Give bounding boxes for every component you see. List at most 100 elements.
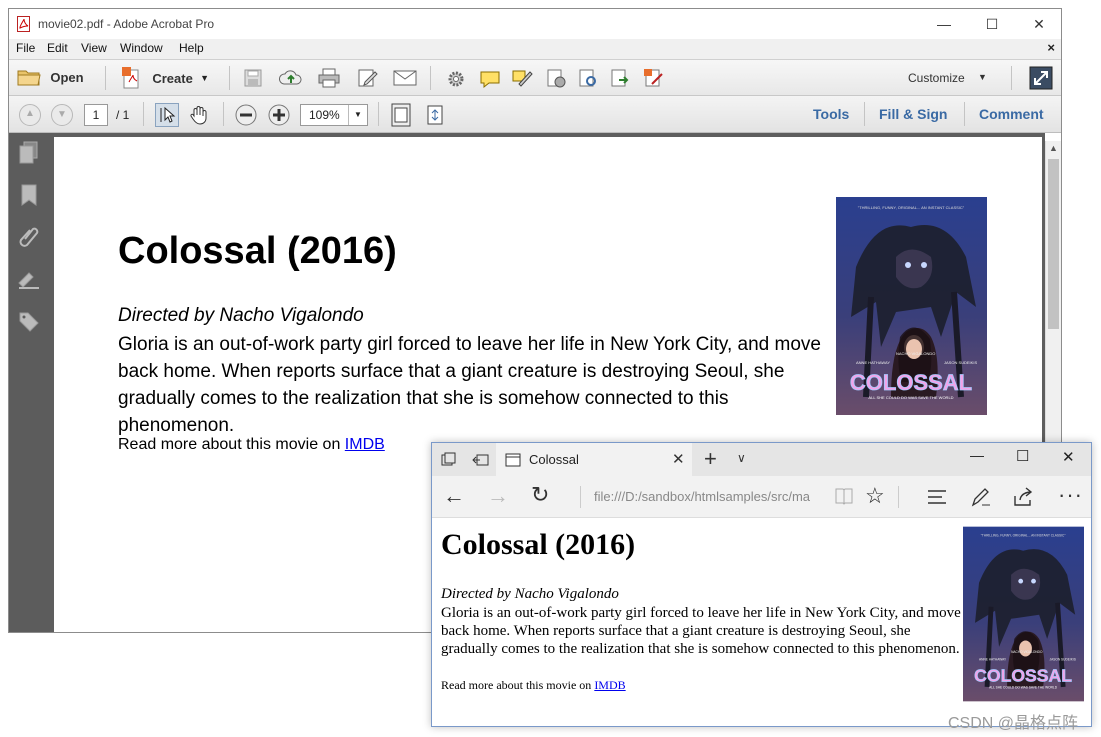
main-toolbar: Open Create ▼ Customize ▼ — [9, 59, 1061, 96]
next-page-button[interactable]: ▼ — [51, 104, 73, 126]
previous-page-button[interactable]: ▲ — [19, 104, 41, 126]
reading-view-icon[interactable] — [834, 487, 854, 505]
toolbar-separator — [105, 66, 106, 90]
chevron-down-icon: ▼ — [348, 105, 367, 125]
fill-sign-panel-link[interactable]: Fill & Sign — [879, 106, 947, 122]
folder-icon — [17, 70, 41, 86]
create-button[interactable]: Create ▼ — [121, 66, 209, 90]
menu-view[interactable]: View — [81, 41, 107, 55]
poster-actor-2: NACHO VIGALONDO — [1011, 650, 1043, 654]
menu-help[interactable]: Help — [179, 41, 204, 55]
customize-button[interactable]: Customize — [908, 71, 965, 85]
sign-document-icon[interactable] — [643, 68, 665, 88]
save-icon[interactable] — [243, 68, 263, 88]
chevron-down-icon[interactable]: ▼ — [978, 72, 987, 82]
hand-tool-icon[interactable] — [188, 104, 210, 126]
address-bar[interactable]: file:///D:/sandbox/htmlsamples/src/ma — [594, 489, 810, 504]
poster-quote: "THRILLING, FUNNY, ORIGINAL... AN INSTAN… — [858, 205, 965, 210]
highlight-text-icon[interactable] — [511, 68, 533, 88]
forward-icon[interactable]: → — [487, 483, 509, 509]
print-icon[interactable] — [317, 68, 341, 88]
scroll-thumb[interactable] — [1048, 159, 1059, 329]
poster-actor-1: ANNE HATHAWAY — [856, 360, 890, 365]
page-number-input[interactable]: 1 — [84, 104, 108, 126]
scroll-up-icon[interactable]: ▲ — [1046, 143, 1061, 157]
open-label: Open — [50, 69, 84, 85]
create-label: Create — [152, 70, 193, 86]
imdb-link[interactable]: IMDB — [345, 436, 385, 453]
export-pdf-icon[interactable] — [609, 68, 631, 88]
favorite-star-icon[interactable]: ☆ — [865, 483, 885, 509]
select-tool-button[interactable] — [155, 103, 179, 127]
hub-icon[interactable] — [926, 488, 948, 506]
close-document-icon[interactable]: × — [1047, 40, 1055, 55]
address-separator — [580, 486, 581, 508]
edit-document-icon[interactable] — [357, 68, 379, 88]
toolbar-separator — [223, 102, 224, 126]
fit-page-icon[interactable] — [390, 103, 412, 127]
full-screen-icon[interactable] — [1029, 66, 1053, 90]
close-button[interactable]: ✕ — [1062, 448, 1075, 466]
tab-manager-icon[interactable] — [441, 452, 457, 468]
gear-icon[interactable] — [446, 69, 466, 89]
chevron-down-icon[interactable]: ∨ — [737, 451, 746, 465]
share-icon[interactable] — [1012, 486, 1034, 508]
page-icon — [505, 453, 521, 467]
poster-actor-1: ANNE HATHAWAY — [979, 657, 1007, 661]
maximize-button[interactable]: ☐ — [969, 13, 1015, 35]
arrow-up-icon: ▲ — [25, 108, 35, 119]
navigation-toolbar: ▲ ▼ 1 / 1 109% ▼ Tools Fill & Sign Comme… — [9, 96, 1061, 133]
set-tabs-aside-icon[interactable] — [472, 452, 490, 468]
menu-edit[interactable]: Edit — [47, 41, 68, 55]
protect-icon[interactable] — [577, 68, 599, 88]
pdf-file-icon — [17, 16, 30, 32]
menu-window[interactable]: Window — [120, 41, 163, 55]
zoom-in-icon[interactable] — [268, 104, 290, 126]
maximize-button[interactable]: ☐ — [1016, 447, 1029, 465]
toolbar-separator — [898, 486, 899, 508]
email-icon[interactable] — [393, 69, 417, 87]
imdb-link[interactable]: IMDB — [594, 678, 625, 692]
menu-file[interactable]: File — [16, 41, 35, 55]
scrolling-mode-icon[interactable] — [425, 104, 445, 126]
minimize-button[interactable]: — — [970, 447, 984, 463]
poster-tagline: ALL SHE COULD DO WAS SAVE THE WORLD — [989, 686, 1058, 690]
movie-poster-image: "THRILLING, FUNNY, ORIGINAL... AN INSTAN… — [963, 526, 1084, 702]
edge-browser-window: Colossal ✕ + ∨ — ☐ ✕ ← → ↻ file:///D:/sa… — [431, 442, 1092, 727]
refresh-icon[interactable]: ↻ — [531, 482, 549, 508]
new-tab-icon[interactable]: + — [704, 446, 717, 472]
bookmark-icon[interactable] — [19, 183, 39, 207]
more-options-icon[interactable]: ··· — [1058, 482, 1083, 508]
comment-bubble-icon[interactable] — [479, 69, 501, 89]
close-button[interactable]: ✕ — [1016, 13, 1061, 35]
tab-title: Colossal — [529, 452, 579, 467]
read-more-prefix: Read more about this movie on — [118, 436, 345, 453]
open-button[interactable]: Open — [17, 66, 84, 88]
poster-quote: "THRILLING, FUNNY, ORIGINAL... AN INSTAN… — [981, 533, 1066, 537]
zoom-select[interactable]: 109% ▼ — [300, 104, 368, 126]
poster-actor-3: JASON SUDEIKIS — [1050, 657, 1076, 661]
comment-panel-link[interactable]: Comment — [979, 106, 1044, 122]
web-note-icon[interactable] — [970, 486, 992, 508]
toolbar-separator — [964, 102, 965, 126]
tag-icon[interactable] — [18, 311, 40, 333]
minimize-button[interactable]: — — [921, 13, 967, 35]
movie-heading: Colossal (2016) — [118, 230, 397, 272]
movie-heading: Colossal (2016) — [441, 528, 636, 561]
poster-actor-3: JASON SUDEIKIS — [944, 360, 977, 365]
page-thumbnails-icon[interactable] — [18, 141, 40, 165]
watermark: CSDN @晶格点阵 — [948, 715, 1079, 732]
redact-icon[interactable] — [545, 68, 567, 88]
close-tab-icon[interactable]: ✕ — [672, 450, 685, 468]
poster-title: COLOSSAL — [974, 665, 1072, 685]
tab-colossal[interactable]: Colossal ✕ — [496, 443, 692, 476]
cursor-arrow-icon — [160, 106, 176, 123]
zoom-out-icon[interactable] — [235, 104, 257, 126]
attachment-icon[interactable] — [19, 225, 39, 249]
director-line: Directed by Nacho Vigalondo — [441, 586, 619, 602]
back-icon[interactable]: ← — [443, 483, 465, 509]
tools-panel-link[interactable]: Tools — [813, 106, 849, 122]
signature-icon[interactable] — [17, 269, 41, 291]
cloud-upload-icon[interactable] — [279, 68, 303, 88]
toolbar-separator — [430, 66, 431, 90]
